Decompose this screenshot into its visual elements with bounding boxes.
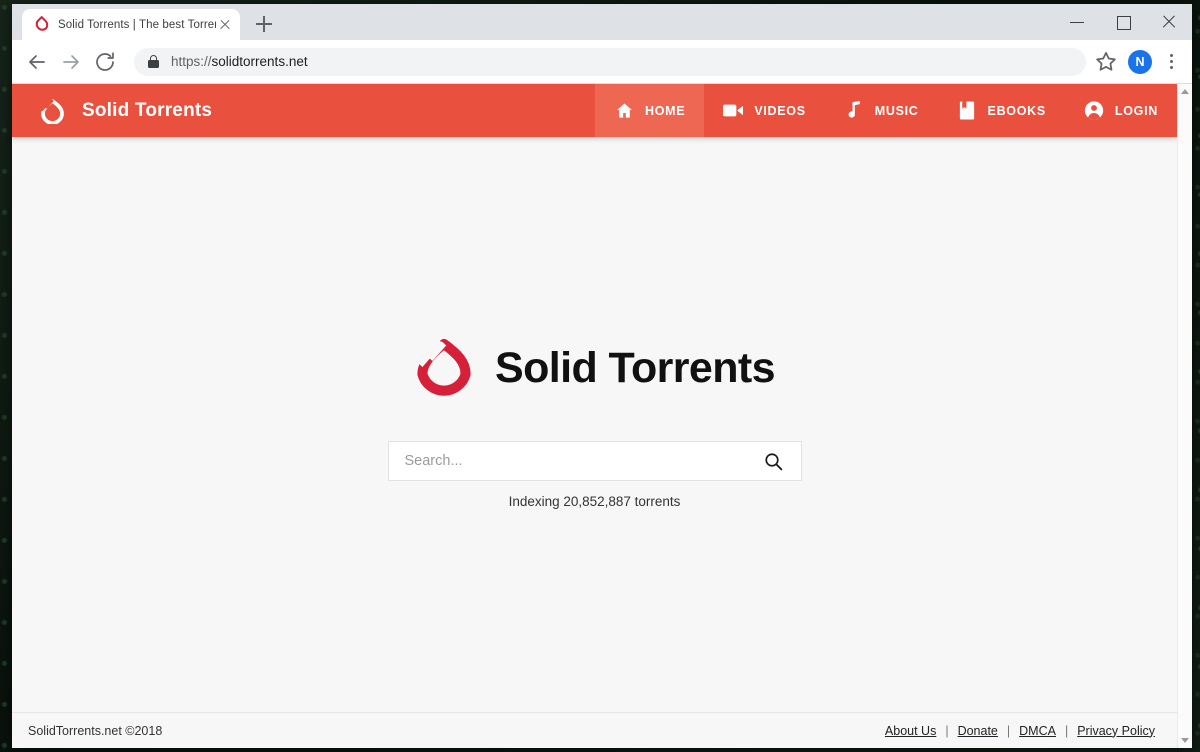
tab-strip: Solid Torrents | The best Torrent [12,4,1192,40]
page-content: Solid Torrents Indexing 20,852,887 torre… [12,137,1177,712]
nav-items: HOME VIDEOS MUSIC EBOOKS LOGIN [595,84,1177,137]
window-controls [1054,4,1192,40]
solid-torrents-favicon [33,15,51,33]
nav-item-label: MUSIC [874,103,919,118]
new-tab-button[interactable] [250,10,278,38]
footer-separator: | [1006,723,1011,738]
nav-item-home[interactable]: HOME [595,84,705,137]
nav-item-label: LOGIN [1114,103,1158,118]
search-bar[interactable] [387,441,802,481]
maximize-button[interactable] [1100,4,1146,40]
url-scheme: https:// [171,54,212,69]
close-icon[interactable] [216,16,234,34]
browser-tab[interactable]: Solid Torrents | The best Torrent [22,9,240,40]
close-window-button[interactable] [1146,4,1192,40]
url-host: solidtorrents.net [211,54,308,69]
solid-torrents-logo-large-icon [413,335,474,401]
browser-toolbar: https://solidtorrents.net N [12,40,1192,84]
indexing-status: Indexing 20,852,887 torrents [508,494,681,509]
nav-item-videos[interactable]: VIDEOS [704,84,824,137]
footer-link-dmca[interactable]: DMCA [1019,724,1056,738]
lock-icon [148,55,160,69]
brand-name: Solid Torrents [82,99,213,121]
url-text: https://solidtorrents.net [171,54,308,69]
back-icon[interactable] [22,47,52,77]
footer-copyright: SolidTorrents.net ©2018 [28,723,163,738]
hero-wordmark: Solid Torrents [495,343,775,392]
reload-icon[interactable] [90,47,120,77]
scroll-down-icon[interactable] [1178,733,1192,748]
profile-avatar[interactable]: N [1128,49,1152,74]
tab-title: Solid Torrents | The best Torrent [58,18,216,31]
footer-links: About Us | Donate | DMCA | Privacy Polic… [885,724,1155,738]
site-navbar: Solid Torrents HOME VIDEOS MUSIC EBOOKS … [12,84,1177,137]
footer-link-about-us[interactable]: About Us [885,724,936,738]
nav-item-login[interactable]: LOGIN [1065,84,1177,137]
site-footer: SolidTorrents.net ©2018 About Us | Donat… [12,712,1177,748]
vertical-scrollbar[interactable] [1177,84,1192,748]
footer-separator: | [1064,723,1069,738]
search-button[interactable] [761,448,787,474]
scroll-up-icon[interactable] [1178,84,1192,99]
nav-item-music[interactable]: MUSIC [825,84,938,137]
nav-item-label: EBOOKS [987,103,1046,118]
search-input[interactable] [404,453,761,469]
web-page: Solid Torrents HOME VIDEOS MUSIC EBOOKS … [12,84,1177,748]
nav-item-label: HOME [645,103,686,118]
chrome-menu-icon[interactable] [1160,48,1182,76]
solid-torrents-logo-icon [39,96,65,125]
brand-home-link[interactable]: Solid Torrents [12,84,212,137]
minimize-button[interactable] [1054,4,1100,40]
nav-item-ebooks[interactable]: EBOOKS [938,84,1065,137]
page-viewport: Solid Torrents HOME VIDEOS MUSIC EBOOKS … [12,84,1192,748]
video-icon [723,103,744,118]
forward-icon[interactable] [56,47,86,77]
book-icon [957,101,977,120]
footer-separator: | [945,723,949,738]
hero-logo: Solid Torrents [413,335,776,401]
address-bar[interactable]: https://solidtorrents.net [134,47,1086,76]
browser-window: Solid Torrents | The best Torrent https:… [12,4,1192,748]
bookmark-star-icon[interactable] [1092,48,1120,76]
footer-link-privacy-policy[interactable]: Privacy Policy [1077,724,1155,738]
home-icon [614,101,634,120]
music-icon [844,101,864,120]
footer-link-donate[interactable]: Donate [958,724,998,738]
account-icon [1084,100,1104,121]
nav-item-label: VIDEOS [754,103,806,118]
